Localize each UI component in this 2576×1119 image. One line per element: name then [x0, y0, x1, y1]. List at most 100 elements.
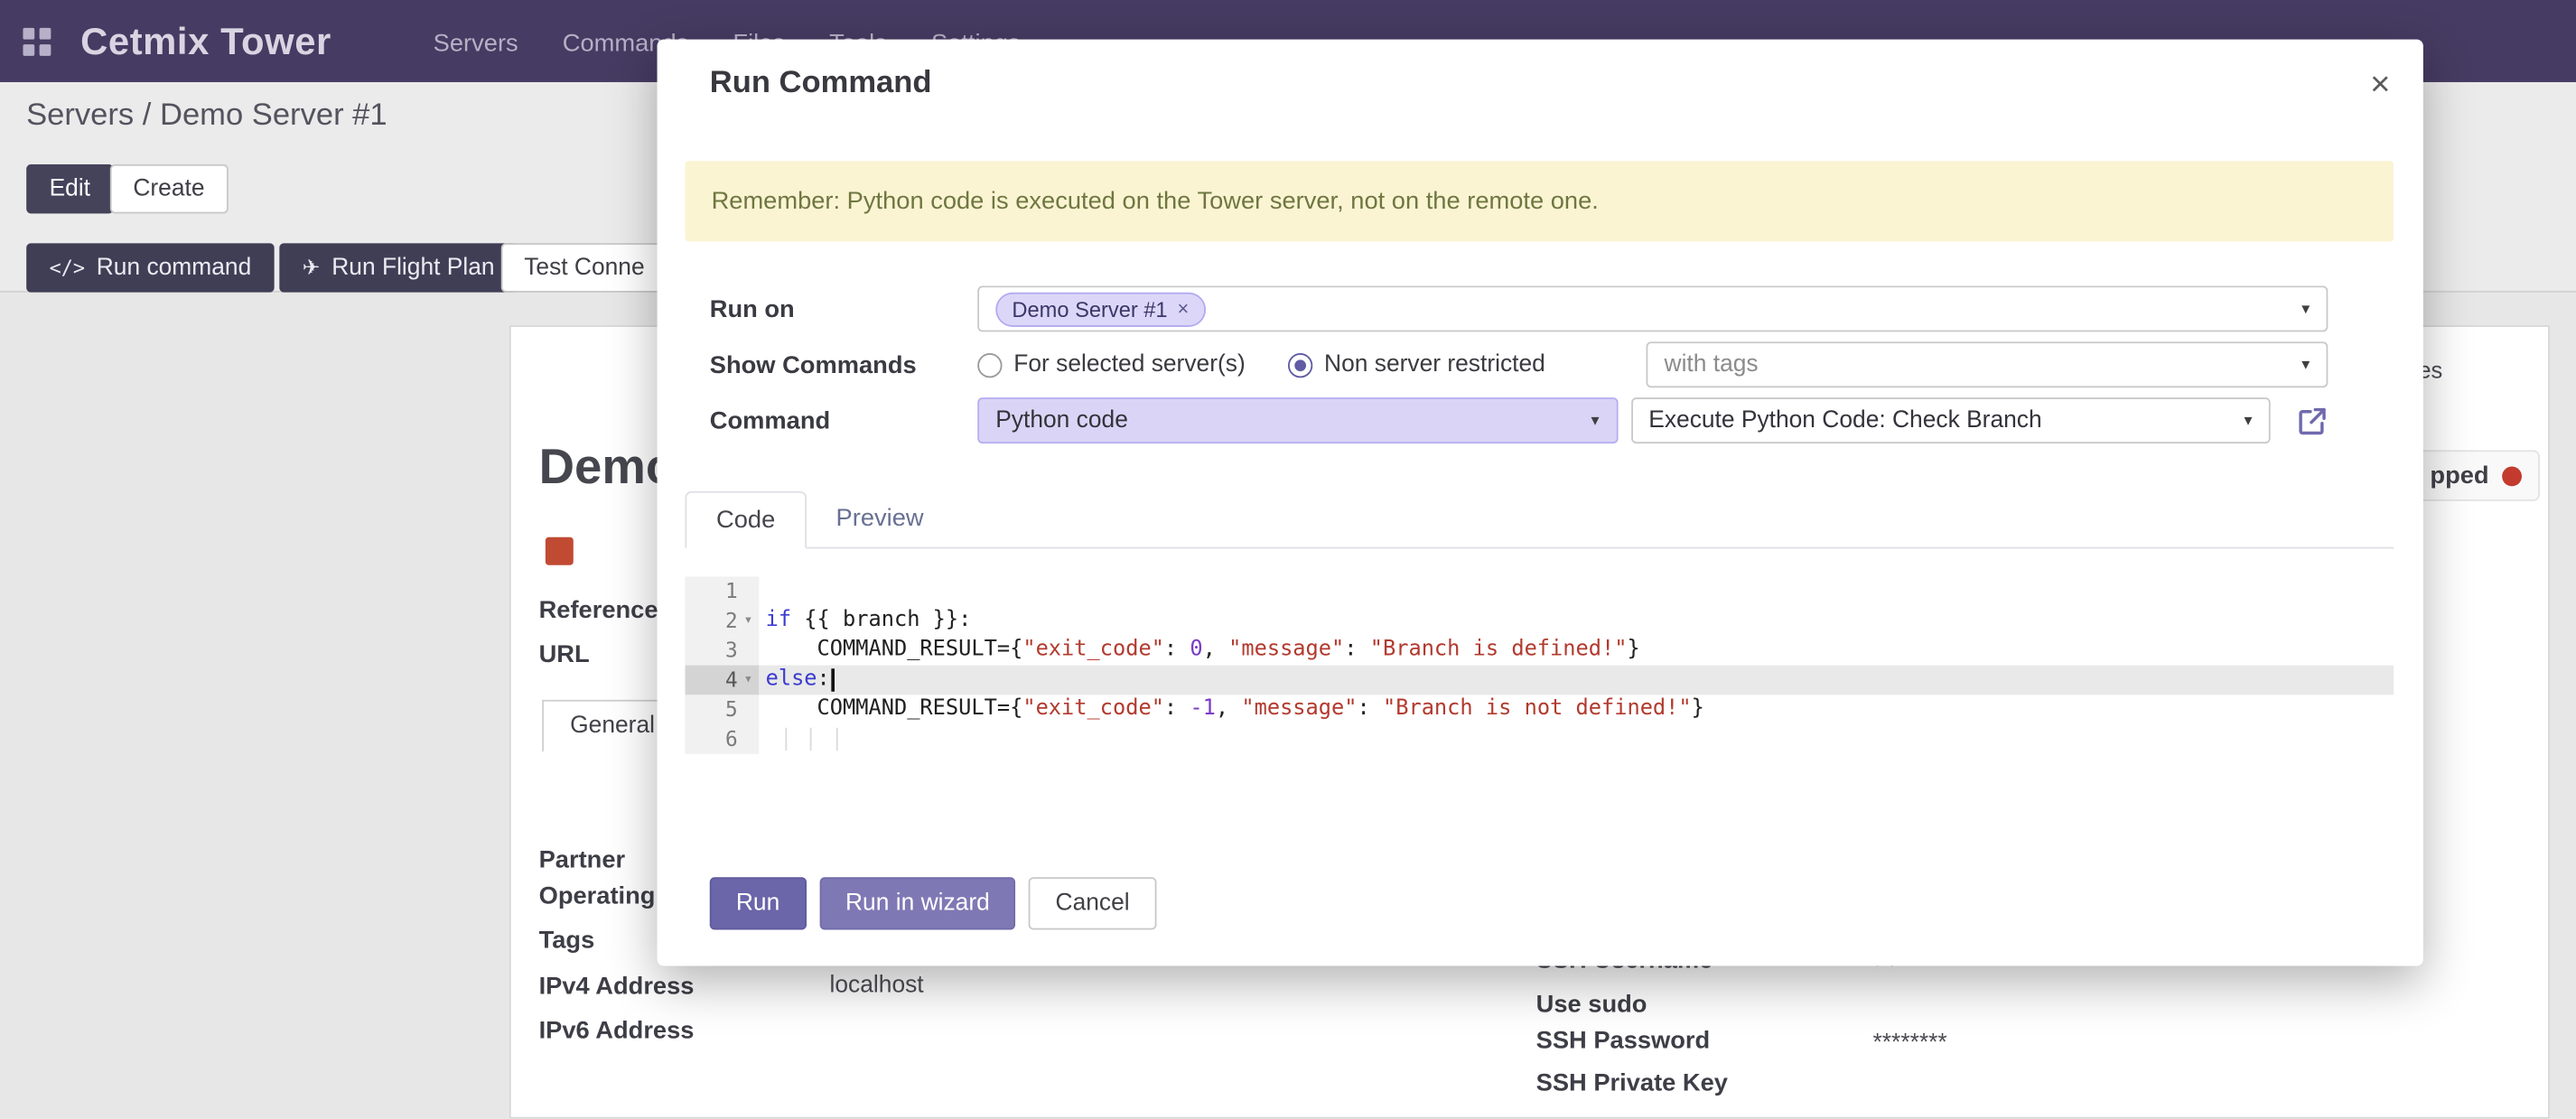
code-editor[interactable]: 12▾if {{ branch }}:3 COMMAND_RESULT={"ex… — [685, 576, 2394, 753]
gutter-cell: 1 — [685, 576, 759, 606]
code-token: : — [1358, 696, 1383, 721]
editor-line-2: 2▾if {{ branch }}: — [685, 606, 2394, 636]
reference-label: Reference — [539, 596, 658, 624]
run-in-wizard-button[interactable]: Run in wizard — [819, 877, 1016, 929]
command-type-select[interactable]: Python code ▾ — [977, 397, 1617, 443]
code-token: : — [1164, 638, 1190, 662]
run-flight-plan-button[interactable]: ✈ Run Flight Plan — [279, 243, 518, 293]
tab-preview[interactable]: Preview — [807, 491, 954, 547]
run-on-row: Run on Demo Server #1 × ▾ — [685, 281, 2394, 337]
close-icon[interactable]: × — [2370, 67, 2390, 101]
breadcrumb: Servers / Demo Server #1 — [26, 98, 387, 135]
run-flight-plan-label: Run Flight Plan — [331, 255, 494, 281]
code-token: "exit_code" — [1022, 696, 1164, 721]
indent-guide — [836, 728, 838, 751]
line-number: 1 — [725, 576, 738, 606]
url-label: URL — [539, 640, 590, 668]
edit-button[interactable]: Edit — [26, 164, 113, 214]
gutter-cell: 5 — [685, 695, 759, 724]
code-token: if — [766, 608, 791, 632]
indent-guide — [810, 728, 812, 751]
radio-non-server-restricted-label[interactable]: Non server restricted — [1324, 351, 1545, 378]
server-tag-label: Demo Server #1 — [1012, 296, 1167, 321]
line-number: 2 — [725, 606, 738, 636]
apps-grid-dot — [40, 27, 51, 39]
run-button[interactable]: Run — [710, 877, 807, 929]
server-title-fragment: Demo — [539, 440, 677, 496]
dialog-body: Remember: Python code is executed on the… — [658, 122, 2423, 754]
ipv4-label: IPv4 Address — [539, 973, 695, 1001]
run-command-button[interactable]: </> Run command — [26, 243, 275, 293]
code-token: : — [817, 667, 830, 691]
code-token: {{ branch }}: — [791, 608, 971, 632]
partner-label: Partner — [539, 846, 626, 874]
editor-line-4: 4▾else: — [685, 666, 2394, 695]
apps-grid-icon[interactable] — [23, 27, 51, 55]
tab-code[interactable]: Code — [685, 491, 806, 549]
code-token: } — [1627, 638, 1639, 662]
gutter-cell: 3 — [685, 636, 759, 666]
create-button[interactable]: Create — [110, 164, 228, 214]
run-command-dialog: Run Command × Remember: Python code is e… — [658, 40, 2423, 966]
code-token: "message" — [1241, 696, 1357, 721]
apps-grid-dot — [23, 43, 34, 55]
code-token: COMMAND_RESULT={ — [766, 638, 1023, 662]
code-token: : — [1164, 696, 1190, 721]
breadcrumb-current: Demo Server #1 — [160, 98, 387, 133]
status-label-fragment: pped — [2430, 462, 2488, 490]
fold-arrow-icon[interactable]: ▾ — [738, 666, 760, 695]
code-token: else — [766, 667, 817, 691]
command-label: Command — [685, 406, 977, 434]
use-sudo-label: Use sudo — [1536, 991, 1647, 1019]
brand-title[interactable]: Cetmix Tower — [80, 19, 331, 63]
chevron-down-icon: ▾ — [2289, 300, 2310, 318]
code-token: , — [1216, 696, 1241, 721]
tag-remove-icon[interactable]: × — [1178, 297, 1190, 320]
gutter-cell: 4▾ — [685, 666, 759, 695]
radio-non-server-restricted[interactable] — [1288, 352, 1312, 377]
external-link-icon[interactable] — [2297, 405, 2329, 436]
editor-line-1: 1 — [685, 576, 2394, 606]
code-line-content: if {{ branch }}: — [759, 606, 2394, 636]
code-token: 0 — [1190, 638, 1202, 662]
with-tags-placeholder: with tags — [1665, 351, 1759, 378]
tags-label: Tags — [539, 927, 595, 955]
code-line-content: else: — [759, 666, 2394, 695]
editor-line-6: 6 — [685, 724, 2394, 754]
editor-line-5: 5 COMMAND_RESULT={"exit_code": -1, "mess… — [685, 695, 2394, 724]
editor-line-3: 3 COMMAND_RESULT={"exit_code": 0, "messa… — [685, 636, 2394, 666]
code-token: "exit_code" — [1022, 638, 1164, 662]
run-on-select[interactable]: Demo Server #1 × ▾ — [977, 285, 2328, 331]
radio-for-selected-servers-label[interactable]: For selected server(s) — [1013, 351, 1245, 378]
apps-grid-dot — [40, 43, 51, 55]
code-token: "message" — [1228, 638, 1344, 662]
code-line-content: COMMAND_RESULT={"exit_code": -1, "messag… — [759, 695, 2394, 724]
breadcrumb-link-servers[interactable]: Servers — [26, 98, 134, 133]
show-commands-row: Show Commands For selected server(s) Non… — [685, 337, 2394, 393]
cancel-button[interactable]: Cancel — [1029, 877, 1155, 929]
code-token: , — [1203, 638, 1228, 662]
ssh-private-key-label: SSH Private Key — [1536, 1069, 1728, 1097]
ssh-password-value: ******** — [1873, 1030, 1947, 1056]
fold-arrow-icon[interactable]: ▾ — [738, 606, 760, 636]
line-number: 6 — [725, 724, 738, 754]
command-select[interactable]: Execute Python Code: Check Branch ▾ — [1630, 397, 2270, 443]
status-dot-icon — [2502, 466, 2522, 486]
color-swatch[interactable] — [546, 537, 574, 565]
code-token: } — [1692, 696, 1704, 721]
gutter-cell: 2▾ — [685, 606, 759, 636]
code-token: "Branch is not defined!" — [1383, 696, 1692, 721]
code-line-content — [759, 576, 2394, 606]
radio-for-selected-servers[interactable] — [977, 352, 1002, 377]
breadcrumb-separator: / — [143, 98, 152, 133]
line-number: 4 — [725, 666, 738, 695]
chevron-down-icon: ▾ — [2289, 356, 2310, 374]
dialog-footer: Run Run in wizard Cancel — [710, 877, 1156, 929]
nav-item-servers[interactable]: Servers — [434, 29, 518, 57]
run-on-label: Run on — [685, 294, 977, 322]
chevron-down-icon: ▾ — [1578, 412, 1600, 430]
ipv6-label: IPv6 Address — [539, 1017, 695, 1045]
code-token: -1 — [1190, 696, 1215, 721]
notebook-tabs: Code Preview — [685, 491, 2394, 549]
with-tags-select[interactable]: with tags ▾ — [1647, 341, 2329, 387]
